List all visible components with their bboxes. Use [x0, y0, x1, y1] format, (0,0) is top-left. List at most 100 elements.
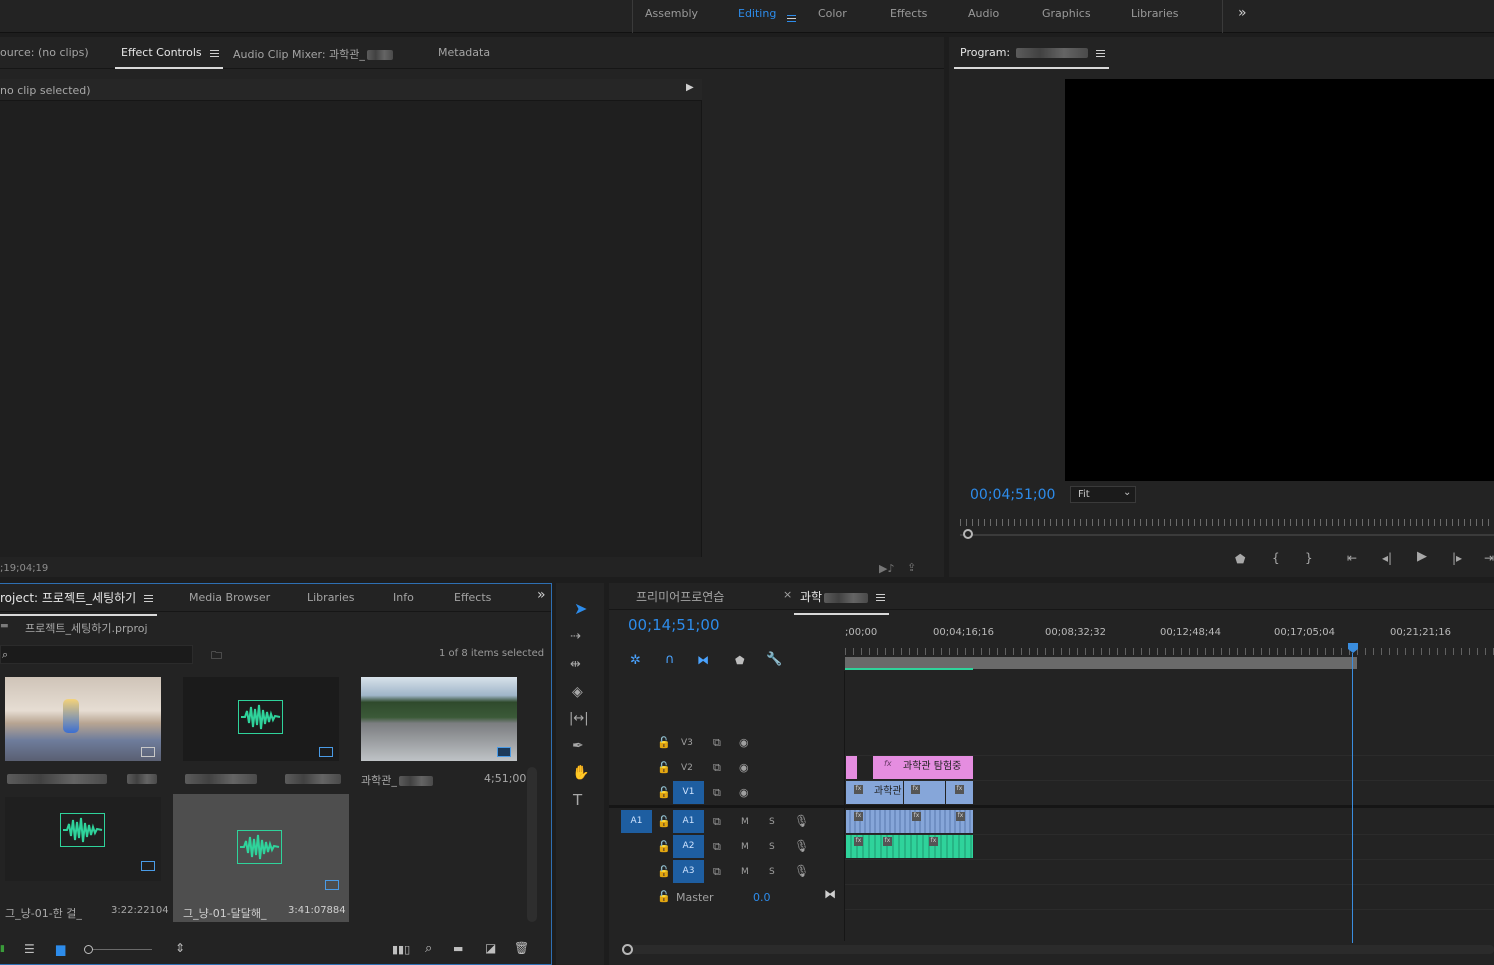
new-bin-icon[interactable]: ▬: [453, 942, 463, 955]
mark-in-icon[interactable]: {: [1272, 552, 1280, 564]
mute-button[interactable]: M: [741, 867, 749, 877]
program-scrubber-track[interactable]: [960, 534, 1494, 536]
track-target-a2[interactable]: A2: [673, 835, 704, 858]
new-item-icon[interactable]: ◪: [485, 941, 496, 955]
zoom-slider[interactable]: [86, 949, 152, 950]
workspace-tab-effects[interactable]: Effects: [890, 7, 927, 20]
list-view-icon[interactable]: ☰: [24, 942, 35, 956]
zoom-select[interactable]: Fit ⌄: [1070, 486, 1136, 503]
workspace-tab-color[interactable]: Color: [818, 7, 847, 20]
eye-icon[interactable]: ◉: [739, 761, 749, 774]
lock-icon[interactable]: 🔓: [657, 786, 671, 799]
expand-arrow-icon[interactable]: ▶: [686, 82, 694, 93]
icon-view-icon[interactable]: ▆: [56, 942, 65, 956]
workspace-tab-editing[interactable]: Editing: [738, 7, 776, 20]
panel-overflow-icon[interactable]: »: [537, 587, 546, 603]
sync-lock-icon[interactable]: ⧉: [713, 761, 721, 775]
timeline-timecode[interactable]: 00;14;51;00: [628, 616, 720, 634]
sync-lock-icon[interactable]: ⧉: [713, 815, 721, 829]
type-tool-icon[interactable]: T: [573, 793, 582, 808]
automate-to-sequence-icon[interactable]: ▮▮▯: [392, 943, 410, 956]
razor-tool-icon[interactable]: ◈: [572, 685, 583, 699]
microphone-icon[interactable]: 🎙: [794, 839, 809, 853]
title-clip[interactable]: fx 과학관 탐험중: [873, 756, 973, 779]
project-item-selected[interactable]: 그_냥-01-달달해_ 3:41:07884: [173, 794, 349, 922]
add-marker-icon[interactable]: ⬟: [1235, 553, 1245, 565]
new-search-bin-icon[interactable]: 🗀: [211, 647, 222, 666]
linked-selection-icon[interactable]: ⧓: [697, 653, 709, 667]
close-sequence-icon[interactable]: ×: [783, 588, 792, 601]
eye-icon[interactable]: ◉: [739, 786, 749, 799]
slip-tool-icon[interactable]: |↔|: [569, 712, 589, 725]
workspace-tab-libraries[interactable]: Libraries: [1131, 7, 1179, 20]
find-icon[interactable]: ⌕: [425, 941, 432, 956]
lock-icon[interactable]: 🔓: [657, 840, 671, 853]
tab-program[interactable]: Program:: [954, 46, 1109, 69]
playhead-line[interactable]: [1352, 653, 1353, 943]
project-item-thumbnail[interactable]: [5, 797, 161, 881]
sync-lock-icon[interactable]: ⧉: [713, 786, 721, 800]
solo-button[interactable]: S: [769, 817, 775, 827]
project-item-thumbnail[interactable]: [5, 677, 161, 761]
snap-icon[interactable]: ∩: [665, 652, 675, 667]
audio-clip-a1[interactable]: fx fx fx: [846, 810, 973, 833]
project-item-thumbnail[interactable]: [183, 677, 339, 761]
tab-audio-clip-mixer[interactable]: Audio Clip Mixer: 과학관_: [233, 46, 393, 62]
video-clip[interactable]: fx: [946, 781, 973, 804]
solo-button[interactable]: S: [769, 867, 775, 877]
lock-icon[interactable]: 🔓: [657, 890, 671, 903]
video-clip[interactable]: fx: [904, 781, 945, 804]
workspace-menu-icon[interactable]: [787, 14, 796, 22]
zoom-handle[interactable]: [622, 944, 633, 955]
workspace-overflow-icon[interactable]: »: [1238, 5, 1247, 21]
workspace-tab-assembly[interactable]: Assembly: [645, 7, 698, 20]
lock-icon[interactable]: ▮: [0, 944, 5, 954]
tab-metadata[interactable]: Metadata: [438, 46, 490, 59]
project-search-input[interactable]: ⌕: [0, 645, 193, 664]
tab-media-browser[interactable]: Media Browser: [189, 591, 270, 604]
program-video-frame[interactable]: [1065, 79, 1494, 481]
hand-tool-icon[interactable]: ✋: [572, 766, 589, 780]
workspace-tab-audio[interactable]: Audio: [968, 7, 999, 20]
panel-menu-icon[interactable]: [876, 594, 886, 601]
master-volume-value[interactable]: 0.0: [753, 891, 771, 904]
zoom-handle[interactable]: [963, 529, 973, 539]
track-target-a1[interactable]: A1: [673, 810, 704, 833]
sync-lock-icon[interactable]: ⧉: [713, 736, 721, 750]
export-frame-icon[interactable]: ⇪: [907, 561, 916, 574]
tab-source[interactable]: ource: (no clips): [0, 46, 89, 59]
panel-menu-icon[interactable]: [144, 595, 154, 602]
export-audio-icon[interactable]: ▶♪: [879, 562, 894, 575]
tab-project[interactable]: roject: 프로젝트_세팅하기: [0, 589, 158, 616]
title-clip[interactable]: [846, 756, 857, 779]
lock-icon[interactable]: 🔓: [657, 761, 671, 774]
sync-lock-icon[interactable]: ⧉: [713, 840, 721, 854]
sync-lock-icon[interactable]: ⧉: [713, 865, 721, 879]
tab-sequence-science[interactable]: 과학: [793, 588, 890, 615]
project-item-thumbnail[interactable]: [361, 677, 517, 761]
mute-button[interactable]: M: [741, 842, 749, 852]
source-patch-a1[interactable]: A1: [621, 810, 652, 833]
tab-libraries[interactable]: Libraries: [307, 591, 355, 604]
audio-meter-toggle-icon[interactable]: ⧓: [824, 887, 836, 901]
mute-button[interactable]: M: [741, 817, 749, 827]
timeline-horizontal-scrollbar[interactable]: [623, 945, 1494, 954]
wrench-icon[interactable]: 🔧: [766, 652, 782, 667]
program-mini-ruler[interactable]: [960, 515, 1494, 529]
microphone-icon[interactable]: 🎙: [794, 864, 809, 878]
go-to-out-icon[interactable]: ⇥: [1484, 552, 1494, 564]
track-select-tool-icon[interactable]: ⇢: [570, 630, 581, 643]
track-target-a3[interactable]: A3: [673, 860, 704, 883]
add-marker-icon[interactable]: ⬟: [735, 654, 745, 667]
nest-toggle-icon[interactable]: ✲: [630, 653, 641, 668]
ripple-edit-tool-icon[interactable]: ⇹: [570, 658, 581, 671]
trash-icon[interactable]: 🗑: [514, 941, 529, 955]
project-scrollbar[interactable]: [527, 767, 537, 922]
selection-tool-icon[interactable]: ➤: [574, 601, 587, 617]
zoom-slider-handle[interactable]: [84, 945, 93, 954]
tab-info[interactable]: Info: [393, 591, 414, 604]
workspace-tab-graphics[interactable]: Graphics: [1042, 7, 1091, 20]
lock-icon[interactable]: 🔓: [657, 815, 671, 828]
eye-icon[interactable]: ◉: [739, 736, 749, 749]
lock-icon[interactable]: 🔓: [657, 736, 671, 749]
